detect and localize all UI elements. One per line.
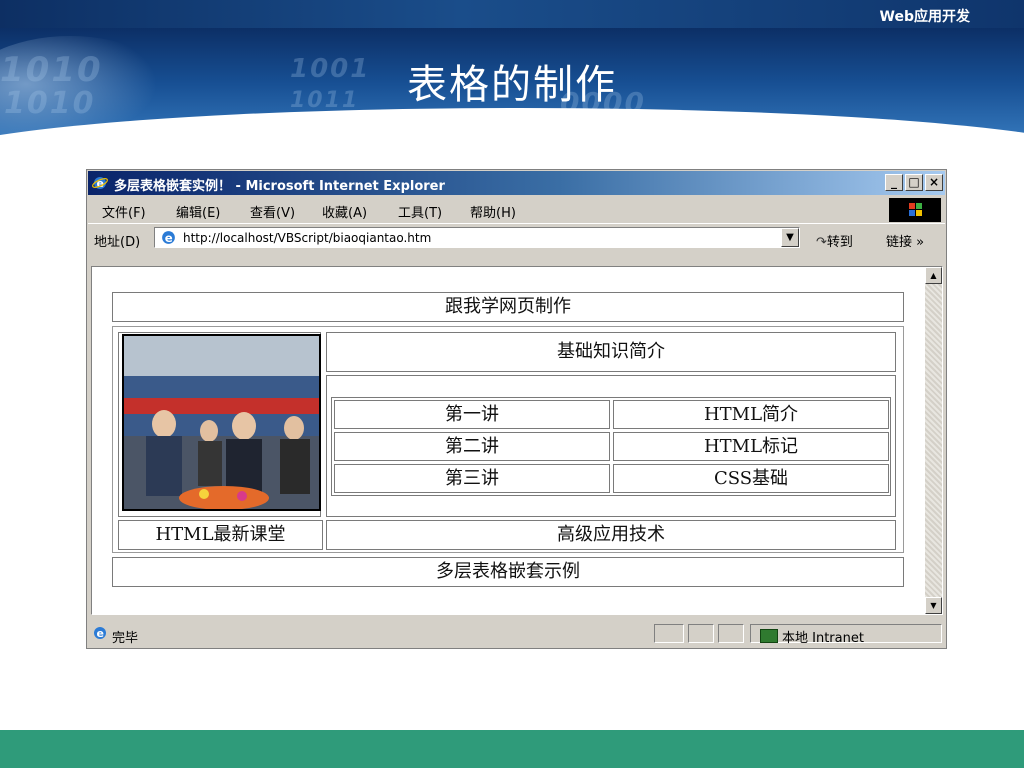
menu-favorites[interactable]: 收藏(A)	[322, 202, 367, 221]
windows-logo	[889, 198, 941, 222]
zone-indicator: 本地 Intranet	[760, 627, 864, 646]
table-cell-bottom: 多层表格嵌套示例	[112, 557, 904, 587]
section-title-cell: 基础知识简介	[326, 332, 896, 372]
lesson-num: 第一讲	[334, 400, 610, 429]
windows-flag-icon	[909, 203, 922, 216]
intranet-icon	[760, 629, 778, 643]
go-button[interactable]: ↷转到	[816, 231, 853, 250]
table-cell-top: 跟我学网页制作	[112, 292, 904, 322]
address-label: 地址(D)	[94, 235, 141, 250]
slide-footer-bar	[0, 730, 1024, 768]
done-page-icon: e	[94, 627, 106, 640]
vertical-scrollbar[interactable]: ▲ ▼	[925, 267, 942, 614]
lesson-topic: CSS基础	[613, 464, 889, 493]
slide-brand: Web应用开发	[879, 9, 970, 25]
lesson-topic: HTML简介	[613, 400, 889, 429]
close-button[interactable]: ×	[925, 174, 943, 191]
menu-edit[interactable]: 编辑(E)	[176, 202, 220, 221]
svg-text:e: e	[165, 231, 173, 245]
maximize-button[interactable]: □	[905, 174, 923, 191]
svg-text:e: e	[97, 627, 104, 640]
lessons-table: 第一讲 HTML简介 第二讲 HTML标记 第三讲 CSS基础	[326, 375, 896, 517]
ceremony-photo	[124, 336, 319, 509]
address-bar: 地址(D) e http://localhost/VBScript/biaoqi…	[88, 223, 945, 251]
go-arrow-icon: ↷	[816, 235, 827, 250]
title-bar[interactable]: e 多层表格嵌套实例！ - Microsoft Internet Explore…	[88, 171, 945, 195]
page-icon: e	[162, 231, 175, 245]
status-text: 完毕	[112, 631, 139, 646]
status-bar: e 完毕 本地 Intranet	[88, 621, 945, 647]
menu-bar: 文件(F) 编辑(E) 查看(V) 收藏(A) 工具(T) 帮助(H)	[88, 197, 945, 222]
menu-help[interactable]: 帮助(H)	[470, 202, 516, 221]
ie-window: e 多层表格嵌套实例！ - Microsoft Internet Explore…	[86, 169, 947, 649]
left-caption-cell: HTML最新课堂	[118, 520, 323, 550]
ie-icon: e	[92, 177, 108, 190]
slide-header: 1010 1010 1001 1011 0000 Web应用开发 表格的制作	[0, 0, 1024, 150]
links-button[interactable]: 链接 »	[886, 231, 924, 250]
address-input[interactable]: e http://localhost/VBScript/biaoqiantao.…	[154, 227, 800, 248]
menu-tools[interactable]: 工具(T)	[398, 202, 442, 221]
slide-title: 表格的制作	[407, 62, 617, 108]
page-content: 跟我学网页制作 基础知识简介 第一讲 HTML简介 第二讲 HTML标记 第三讲…	[91, 266, 943, 615]
lesson-num: 第三讲	[334, 464, 610, 493]
minimize-button[interactable]: _	[885, 174, 903, 191]
address-url: http://localhost/VBScript/biaoqiantao.ht…	[183, 231, 432, 245]
lesson-topic: HTML标记	[613, 432, 889, 461]
address-dropdown-button[interactable]: ▼	[781, 228, 799, 247]
right-caption-cell: 高级应用技术	[326, 520, 896, 550]
scroll-down-button[interactable]: ▼	[925, 597, 942, 614]
header-band	[0, 0, 1024, 28]
photo-image	[122, 334, 321, 511]
scroll-up-button[interactable]: ▲	[925, 267, 942, 284]
menu-file[interactable]: 文件(F)	[102, 202, 146, 221]
window-title: 多层表格嵌套实例！ - Microsoft Internet Explorer	[114, 179, 445, 194]
lesson-num: 第二讲	[334, 432, 610, 461]
menu-view[interactable]: 查看(V)	[250, 202, 295, 221]
